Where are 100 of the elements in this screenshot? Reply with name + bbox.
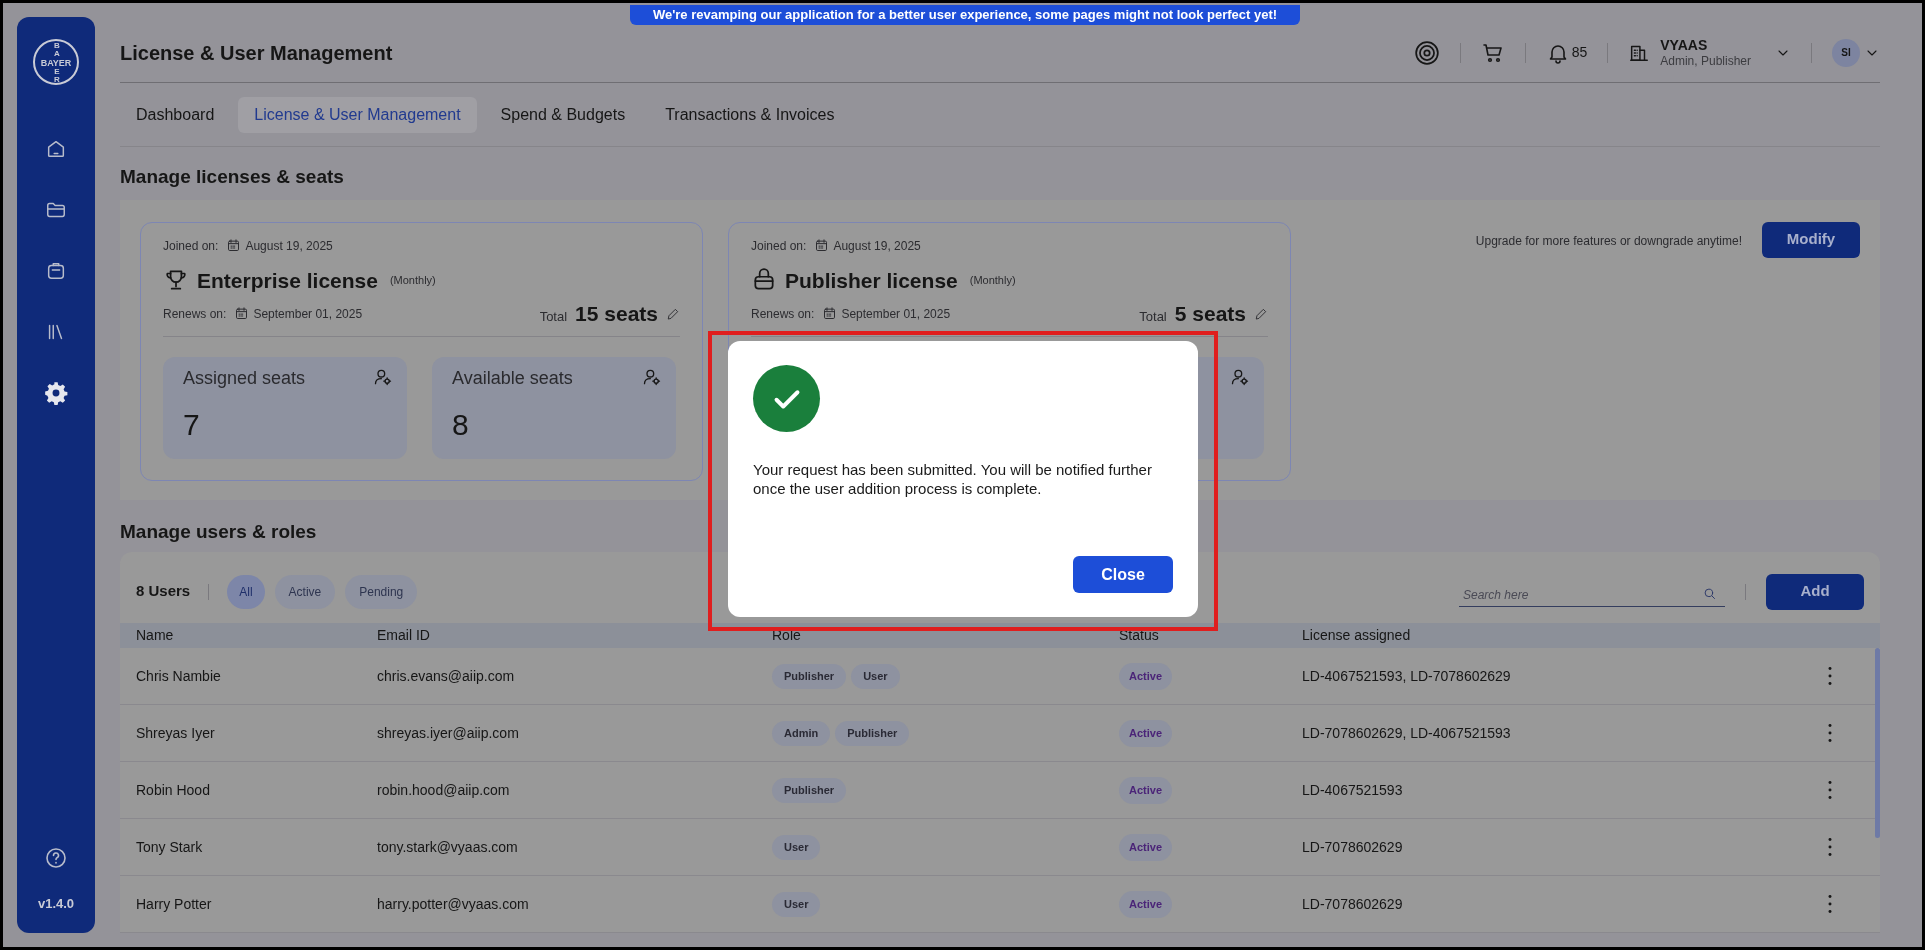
home-icon [45,138,67,160]
add-button[interactable]: Add [1766,573,1864,610]
logo-text: BA [54,42,60,58]
role-tag: User [851,663,900,689]
table-cell-text: LD-7078602629, LD-4067521593 [1302,723,1512,743]
renews-date: September 01, 2025 [841,305,951,323]
more-vertical-icon [1828,667,1832,685]
seat-count: 8 [452,406,470,443]
more-vertical-icon [1828,838,1832,856]
renews-label: Renews on: [751,305,815,323]
more-vertical-icon [1828,724,1832,742]
calendar-icon [814,238,830,253]
more-vertical-icon [1828,781,1832,799]
table-cell-text: LD-7078602629 [1302,837,1404,857]
seat-label: Available seats [452,366,573,390]
scrollbar[interactable] [1875,648,1880,838]
column-header: Status [1119,626,1160,646]
role-tag: User [772,834,821,860]
column-header: Name [136,626,175,646]
settings-button[interactable] [1413,39,1440,66]
license-name: Publisher license [785,267,958,294]
settings-icon [1413,39,1440,66]
notification-count: 85 [1571,43,1588,62]
filter-chip[interactable]: All [227,574,265,609]
role-tag: User [772,891,821,917]
modify-button[interactable]: Modify [1762,221,1860,258]
status-tag: Active [1119,833,1173,861]
version-label: v1.4.0 [37,894,75,913]
upgrade-hint: Upgrade for more features or downgrade anytime! [1475,232,1742,250]
table-cell-text: Harry Potter [136,894,213,914]
page-title: License & User Management [120,40,393,66]
logo-text: BAYER [39,58,73,68]
filter-chip[interactable]: Active [274,574,336,609]
joined-label: Joined on: [163,237,219,255]
seat-label: Assigned seats [183,366,306,390]
status-tag: Active [1119,776,1173,804]
renews-label: Renews on: [163,305,227,323]
announcement-banner: We're revamping our application for a better user experience, some pages might not look perfect yet! [630,5,1300,25]
column-header: License assigned [1302,626,1412,646]
calendar-icon [226,238,242,253]
role-tag: Publisher [772,777,847,803]
more-vertical-icon [1828,895,1832,913]
settings-icon [43,380,69,406]
filter-chip[interactable]: Pending [345,574,418,609]
table-cell-text: shreyas.iyer@aiip.com [377,723,520,743]
edit-seats-button[interactable] [666,306,680,321]
pencil-icon [666,306,680,321]
pencil-icon [1254,306,1268,321]
help-icon [44,845,68,870]
edit-seats-button[interactable] [1254,306,1268,321]
tab[interactable]: Spend & Budgets [484,96,642,133]
total-seats: 5 seats [1174,298,1246,330]
license-name: Enterprise license [197,267,378,294]
user-roles: Admin, Publisher [1660,52,1751,69]
renews-date: September 01, 2025 [253,305,363,323]
role-tag: Publisher [835,720,910,746]
nav-item[interactable] [42,379,70,407]
calendar-icon [822,306,838,322]
tab[interactable]: Dashboard [120,96,231,133]
notifications-button[interactable]: 85 [1545,40,1588,65]
seat-count: 7 [183,406,201,443]
calendar-icon [234,306,250,322]
total-seats: 15 seats [575,298,658,330]
table-cell-text: LD-4067521593 [1302,780,1404,800]
table-cell-text: chris.evans@aiip.com [377,666,516,686]
table-cell-text: LD-4067521593, LD-7078602629 [1302,666,1512,686]
billing-period: (Monthly) [389,273,436,288]
user-count: 8 Users [136,581,191,602]
table-cell-text: harry.potter@vyaas.com [377,894,530,914]
table-cell-text: Robin Hood [136,780,211,800]
tab[interactable]: Transactions & Invoices [649,96,851,133]
status-tag: Active [1119,662,1173,690]
bag-icon [45,260,67,282]
table-cell-text: Tony Stark [136,837,204,857]
avatar: SI [1832,38,1860,67]
logo-text: ER [54,68,60,84]
section-title: Manage users & roles [120,519,318,544]
dialog-message: Your request has been submitted. You will be notified further once the user addition process is complete. [753,460,1153,498]
joined-date: August 19, 2025 [833,237,921,255]
table-cell-text: tony.stark@vyaas.com [377,837,519,857]
role-tag: Publisher [772,663,847,689]
total-label: Total [539,308,568,326]
table-cell-text: LD-7078602629 [1302,894,1404,914]
status-tag: Active [1119,719,1173,747]
joined-date: August 19, 2025 [245,237,333,255]
section-title: Manage licenses & seats [120,165,345,189]
organization-menu[interactable]: VYAAS Admin, Publisher [1628,36,1791,69]
billing-period: (Monthly) [969,273,1016,288]
status-tag: Active [1119,890,1173,918]
organization-name: VYAAS [1660,36,1709,53]
search-field[interactable]: Search here [1459,576,1725,607]
total-label: Total [1139,308,1167,326]
table-cell-text: Shreyas Iyer [136,723,216,743]
account-menu[interactable]: SI [1832,38,1880,67]
close-button[interactable]: Close [1073,556,1173,593]
table-cell-text: Chris Nambie [136,666,222,686]
column-header: Email ID [377,626,431,646]
tab[interactable]: License & User Management [238,96,477,133]
role-tag: Admin [772,720,831,746]
joined-label: Joined on: [751,237,807,255]
